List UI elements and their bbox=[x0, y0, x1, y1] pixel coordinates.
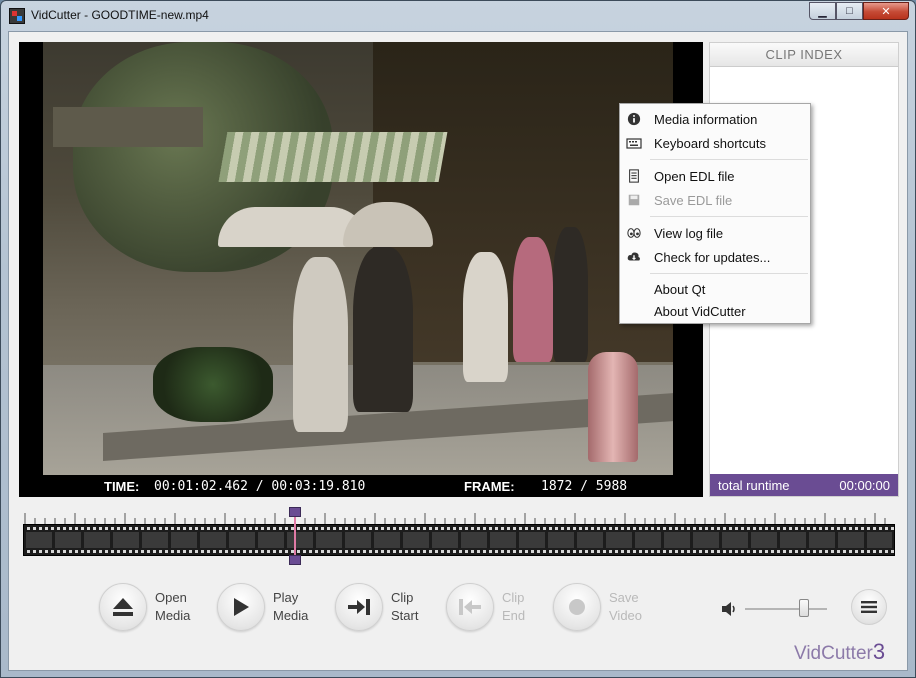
clip-start-icon bbox=[335, 583, 383, 631]
time-value: 00:01:02.462 / 00:03:19.810 bbox=[154, 479, 366, 494]
clip-index-header: CLIP INDEX bbox=[710, 43, 898, 67]
video-player[interactable]: TIME: 00:01:02.462 / 00:03:19.810 FRAME:… bbox=[19, 42, 703, 497]
total-runtime-label: total runtime bbox=[718, 478, 790, 493]
menu-item-view-log-file[interactable]: View log file bbox=[620, 221, 810, 245]
open-media-label-1: Open bbox=[155, 590, 187, 605]
brand-version: 3 bbox=[872, 639, 886, 664]
timeline-seek-slider[interactable] bbox=[23, 507, 895, 570]
total-runtime-bar: total runtime 00:00:00 bbox=[710, 474, 898, 496]
brand-name: VidCutter bbox=[794, 643, 873, 664]
menu-item-label: Check for updates... bbox=[654, 249, 771, 265]
save-video-button[interactable]: Save Video bbox=[553, 583, 642, 631]
timeline-ticks bbox=[24, 513, 886, 524]
play-media-button[interactable]: Play Media bbox=[217, 583, 308, 631]
play-media-label-2: Media bbox=[273, 608, 309, 623]
menu-item-label: View log file bbox=[654, 225, 724, 241]
vidcutter-app-icon[interactable] bbox=[9, 8, 25, 24]
toolbar: Open Media Play Media Clip Start Clip En… bbox=[9, 577, 909, 637]
close-button[interactable]: ✕ bbox=[863, 2, 909, 20]
play-media-label-1: Play bbox=[273, 590, 299, 605]
volume-slider-handle[interactable] bbox=[799, 599, 809, 617]
menu-separator bbox=[650, 273, 808, 274]
clip-start-label-2: Start bbox=[391, 608, 419, 623]
menu-item-check-for-updates[interactable]: Check for updates... bbox=[620, 245, 810, 269]
open-media-button[interactable]: Open Media bbox=[99, 583, 190, 631]
maximize-button[interactable]: □ bbox=[836, 2, 863, 20]
timeline-playhead-handle[interactable] bbox=[289, 507, 301, 565]
app-window: VidCutter - GOODTIME-new.mp4 ▁ □ ✕ TIME:… bbox=[0, 0, 916, 678]
document-icon bbox=[629, 169, 639, 183]
save-video-label-2: Video bbox=[609, 608, 643, 623]
minimize-button[interactable]: ▁ bbox=[809, 2, 836, 20]
app-context-menu: Media information Keyboard shortcuts Ope… bbox=[619, 103, 811, 324]
clip-start-label-1: Clip bbox=[391, 590, 414, 605]
play-icon bbox=[217, 583, 265, 631]
cloud-download-icon bbox=[627, 252, 640, 261]
time-label: TIME: bbox=[104, 479, 140, 494]
menu-item-label: Open EDL file bbox=[654, 168, 735, 184]
volume-control bbox=[721, 599, 841, 619]
save-icon bbox=[628, 194, 640, 206]
filmstrip[interactable] bbox=[23, 524, 895, 556]
menu-separator bbox=[650, 216, 808, 217]
eyes-icon bbox=[627, 228, 641, 238]
info-icon bbox=[627, 112, 641, 126]
eject-icon bbox=[99, 583, 147, 631]
clip-end-icon bbox=[446, 583, 494, 631]
window-controls: ▁ □ ✕ bbox=[809, 2, 909, 20]
vidcutter-logo: VidCutter3 bbox=[794, 639, 885, 665]
menu-item-open-edl-file[interactable]: Open EDL file bbox=[620, 164, 810, 188]
speaker-icon[interactable] bbox=[721, 601, 737, 617]
video-osd: TIME: 00:01:02.462 / 00:03:19.810 FRAME:… bbox=[19, 475, 703, 497]
menu-button[interactable] bbox=[851, 589, 887, 625]
clip-end-label-2: End bbox=[502, 608, 526, 623]
menu-item-label: About Qt bbox=[654, 281, 706, 297]
total-runtime-value: 00:00:00 bbox=[839, 478, 890, 493]
record-icon bbox=[553, 583, 601, 631]
menu-item-media-information[interactable]: Media information bbox=[620, 107, 810, 131]
menu-item-save-edl-file[interactable]: Save EDL file bbox=[620, 188, 810, 212]
frame-value: 1872 / 5988 bbox=[541, 479, 628, 494]
window-title: VidCutter - GOODTIME-new.mp4 bbox=[31, 8, 209, 22]
video-frame-image bbox=[43, 42, 673, 475]
clip-start-button[interactable]: Clip Start bbox=[335, 583, 418, 631]
menu-item-label: Save EDL file bbox=[654, 192, 733, 208]
hamburger-menu-icon bbox=[861, 601, 877, 613]
open-media-label-2: Media bbox=[155, 608, 191, 623]
menu-separator bbox=[650, 159, 808, 160]
menu-item-label: About VidCutter bbox=[654, 303, 746, 319]
title-bar[interactable]: VidCutter - GOODTIME-new.mp4 ▁ □ ✕ bbox=[1, 1, 915, 31]
frame-label: FRAME: bbox=[464, 479, 515, 494]
clip-end-button[interactable]: Clip End bbox=[446, 583, 525, 631]
volume-slider-track[interactable] bbox=[745, 608, 827, 610]
clip-end-label-1: Clip bbox=[502, 590, 525, 605]
menu-item-label: Keyboard shortcuts bbox=[654, 135, 767, 151]
menu-item-keyboard-shortcuts[interactable]: Keyboard shortcuts bbox=[620, 131, 810, 155]
keyboard-icon bbox=[626, 138, 642, 149]
menu-item-about-vidcutter[interactable]: About VidCutter bbox=[620, 300, 810, 322]
menu-item-about-qt[interactable]: About Qt bbox=[620, 278, 810, 300]
save-video-label-1: Save bbox=[609, 590, 639, 605]
menu-item-label: Media information bbox=[654, 111, 758, 127]
